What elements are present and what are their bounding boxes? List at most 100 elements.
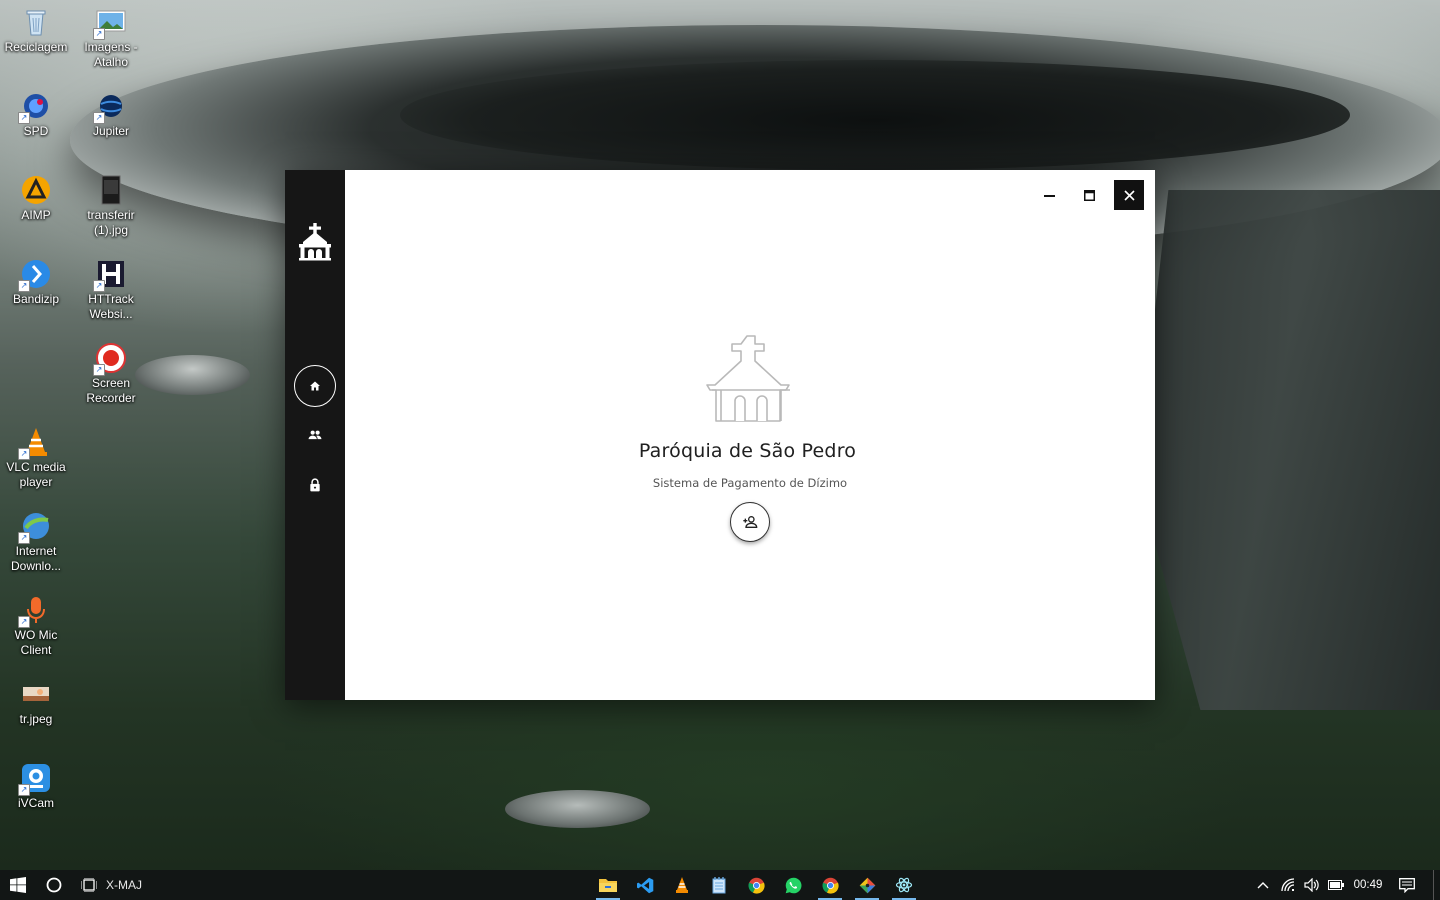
- nav-home-button[interactable]: [294, 365, 336, 407]
- nav-people-button[interactable]: [295, 415, 335, 455]
- clock-time: 00:49: [1353, 879, 1383, 891]
- vlc-icon: [676, 876, 688, 893]
- desktop-icon-ivcam[interactable]: ↗ iVCam: [0, 762, 72, 811]
- taskbar-app-file-explorer[interactable]: [591, 870, 625, 900]
- images-shortcut-icon: ↗: [93, 6, 127, 40]
- desktop-icon-label: HTTrack Websi...: [88, 292, 134, 321]
- parish-title: Paróquia de São Pedro: [638, 440, 857, 462]
- desktop-icon-label: WO Mic Client: [14, 628, 58, 657]
- internet-download-manager-icon: ↗: [18, 510, 52, 544]
- clock[interactable]: 00:49: [1350, 870, 1386, 900]
- desktop-icon-imagens[interactable]: ↗ Imagens - Atalho: [75, 6, 147, 70]
- desktop-icon-label: iVCam: [17, 796, 54, 810]
- chrome-icon: [822, 877, 839, 894]
- taskbar-app-git[interactable]: [850, 870, 884, 900]
- desktop-icon-bandizip[interactable]: ↗ Bandizip: [0, 258, 72, 307]
- taskbar-app-vscode[interactable]: [628, 870, 662, 900]
- show-desktop-button[interactable]: [1433, 870, 1440, 900]
- taskbar-app-whatsapp[interactable]: [776, 870, 810, 900]
- chrome-icon: [748, 877, 765, 894]
- taskbar-app-vlc[interactable]: [665, 870, 699, 900]
- wifi-icon: [1281, 878, 1295, 892]
- notification-icon: [1399, 877, 1415, 893]
- desktop-icon-idm[interactable]: ↗ Internet Downlo...: [0, 510, 72, 574]
- show-hidden-icons-button[interactable]: [1252, 870, 1274, 900]
- wallpaper-ground-ship: [505, 790, 650, 828]
- ivcam-icon: ↗: [18, 762, 52, 796]
- speaker-icon: [1304, 878, 1319, 892]
- church-icon: [706, 334, 796, 424]
- taskbar-app-electron[interactable]: [887, 870, 921, 900]
- task-view-icon: [81, 878, 97, 892]
- bandizip-icon: ↗: [18, 258, 52, 292]
- volume-button[interactable]: [1301, 870, 1323, 900]
- taskbar-text-item[interactable]: X-MAJ: [106, 870, 156, 900]
- welcome-panel: Paróquia de São Pedro Sistema de Pagamen…: [345, 170, 1155, 700]
- desktop-icon-label: Internet Downlo...: [10, 544, 62, 573]
- jpg-file-icon: [95, 174, 127, 206]
- desktop-icon-spd[interactable]: ↗ SPD: [0, 90, 72, 139]
- windows-icon: [10, 877, 26, 893]
- desktop-icon-label: VLC media player: [6, 460, 66, 489]
- battery-button[interactable]: [1325, 870, 1347, 900]
- taskbar-label: X-MAJ: [106, 878, 142, 892]
- desktop-icon-transferir[interactable]: transferir (1).jpg: [75, 174, 147, 238]
- notepad-icon: [712, 876, 726, 893]
- cortana-button[interactable]: [38, 870, 70, 900]
- desktop-icon-label: Imagens - Atalho: [84, 40, 138, 69]
- desktop-icon-screen-recorder[interactable]: ↗ Screen Recorder: [75, 342, 147, 406]
- chevron-up-icon: [1257, 882, 1269, 889]
- taskbar-app-chrome[interactable]: [739, 870, 773, 900]
- app-window: Paróquia de São Pedro Sistema de Pagamen…: [285, 170, 1155, 700]
- action-center-button[interactable]: [1395, 870, 1419, 900]
- aimp-icon: [20, 174, 52, 206]
- electron-icon: [895, 877, 913, 893]
- wo-mic-icon: ↗: [18, 594, 52, 628]
- spd-icon: ↗: [18, 90, 52, 124]
- vscode-icon: [636, 877, 653, 893]
- desktop-icon-vlc[interactable]: ↗ VLC media player: [0, 426, 72, 490]
- git-icon: [859, 877, 875, 893]
- start-button[interactable]: [0, 870, 36, 900]
- people-icon: [308, 430, 322, 440]
- nav-lock-button[interactable]: [295, 465, 335, 505]
- desktop-icon-label: Bandizip: [12, 292, 60, 306]
- vlc-icon: ↗: [18, 426, 52, 460]
- network-button[interactable]: [1278, 870, 1300, 900]
- desktop-icon-label: AIMP: [21, 208, 51, 222]
- httrack-icon: ↗: [93, 258, 127, 292]
- desktop-icon-httrack[interactable]: ↗ HTTrack Websi...: [75, 258, 147, 322]
- search-circle-icon: [46, 877, 62, 893]
- desktop-icon-aimp[interactable]: AIMP: [0, 174, 72, 223]
- desktop-icon-jupiter[interactable]: ↗ Jupiter: [75, 90, 147, 139]
- app-sidebar: [285, 170, 345, 700]
- lock-icon: [310, 478, 320, 492]
- desktop-icon-wo-mic[interactable]: ↗ WO Mic Client: [0, 594, 72, 658]
- file-explorer-icon: [599, 879, 617, 892]
- screen-recorder-icon: ↗: [93, 342, 127, 376]
- desktop-icon-reciclagem[interactable]: Reciclagem: [0, 6, 72, 55]
- whatsapp-icon: [785, 877, 801, 893]
- system-subtitle: Sistema de Pagamento de Dízimo: [652, 476, 848, 490]
- desktop-icon-label: Jupiter: [92, 124, 130, 138]
- task-view-button[interactable]: [74, 870, 104, 900]
- taskbar-app-notepad[interactable]: [702, 870, 736, 900]
- add-person-icon: [743, 516, 758, 528]
- desktop-icon-label: Screen Recorder: [86, 376, 136, 405]
- recycle-bin-icon: [20, 6, 52, 38]
- taskbar: X-MAJ 00:49: [0, 870, 1440, 900]
- jpeg-file-icon: [20, 678, 52, 710]
- home-icon: [310, 381, 320, 391]
- church-icon: [295, 222, 335, 262]
- wallpaper-tower: [1136, 190, 1440, 710]
- desktop-icon-label: tr.jpeg: [19, 712, 53, 726]
- desktop-icon-label: transferir (1).jpg: [87, 208, 135, 237]
- desktop-icon-label: Reciclagem: [4, 40, 68, 54]
- add-person-button[interactable]: [730, 502, 770, 542]
- wallpaper-spaceship-center: [400, 60, 1350, 170]
- taskbar-app-chrome-2[interactable]: [813, 870, 847, 900]
- desktop-icon-tr-jpeg[interactable]: tr.jpeg: [0, 678, 72, 727]
- wallpaper-small-ship: [135, 355, 250, 395]
- battery-icon: [1328, 880, 1344, 890]
- jupiter-icon: ↗: [93, 90, 127, 124]
